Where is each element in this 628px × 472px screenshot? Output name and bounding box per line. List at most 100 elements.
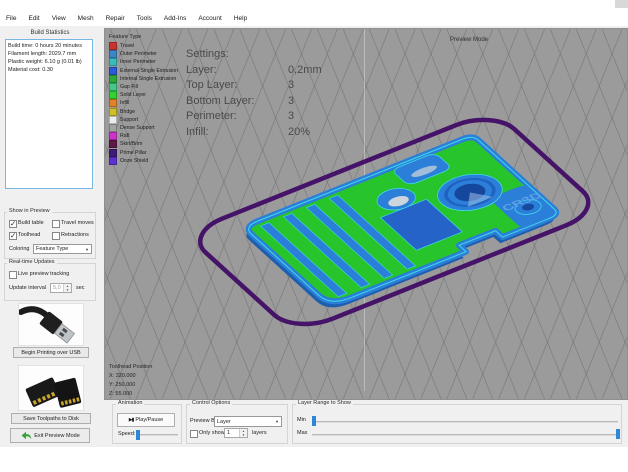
spinner-arrows-icon[interactable]: ▲ ▼ (63, 284, 71, 292)
coloring-value: Feature Type (36, 246, 69, 252)
legend-item: Travel (109, 42, 178, 51)
build-statistics-list[interactable]: Build time: 0 hours 20 minutes Filament … (5, 39, 93, 189)
color-chip (109, 83, 117, 92)
max-slider-track[interactable] (312, 434, 618, 436)
settings-title: Settings: (186, 48, 229, 60)
speed-slider-thumb[interactable] (136, 430, 140, 440)
sd-card-icon (25, 377, 82, 408)
travel-moves-checkbox[interactable] (52, 220, 60, 228)
color-chip (109, 91, 117, 100)
color-chip (109, 50, 117, 59)
color-chip (109, 74, 117, 83)
coloring-dropdown[interactable]: Feature Type ▼ (33, 244, 92, 254)
only-show-spinner[interactable]: 1 ▲ ▼ (224, 428, 248, 438)
preview-3d-viewport[interactable]: CR3D Feature Type Travel Outer Perimeter… (104, 28, 628, 400)
control-options-title: Control Options (190, 400, 233, 406)
build-table-checkbox[interactable] (9, 220, 17, 228)
menu-view[interactable]: View (46, 12, 72, 26)
layer-height-value: 0,2mm (288, 63, 322, 76)
menu-edit[interactable]: Edit (22, 12, 45, 26)
infill-value: 20% (288, 125, 311, 138)
legend-item: Solid Layer (109, 91, 178, 100)
speed-slider-track[interactable] (136, 434, 178, 436)
color-chip (109, 99, 117, 108)
menu-account[interactable]: Account (192, 12, 228, 26)
preview-by-value: Layer (217, 418, 231, 425)
update-interval-unit: sec (76, 285, 85, 291)
min-label: Min (297, 417, 306, 423)
color-chip (109, 156, 117, 165)
play-pause-button[interactable]: ▶▮ Play/Pause (117, 413, 175, 427)
only-show-value: 1 (227, 430, 231, 436)
top-layer-value: 3 (288, 79, 295, 91)
feature-type-legend: Feature Type Travel Outer Perimeter Inne… (109, 34, 178, 165)
legend-item: Support (109, 115, 178, 124)
coloring-label: Coloring (9, 246, 30, 252)
color-chip (109, 42, 117, 51)
menu-bar: File Edit View Mesh Repair Tools Add-Ins… (0, 12, 628, 26)
menu-tools[interactable]: Tools (131, 12, 158, 26)
bottom-layer-value: 3 (288, 94, 295, 107)
preview-by-dropdown[interactable]: Layer ▼ (214, 416, 282, 427)
toolhead-x: X: 320.000 (109, 373, 136, 379)
stat-material-cost: Material cost: 0.30 (8, 67, 53, 73)
settings-overlay: Settings: Layer: 0,2mm Top Layer: 3 Bottom… (186, 48, 322, 138)
min-slider-thumb[interactable] (312, 416, 316, 426)
sliced-model: CR3D (105, 29, 628, 400)
legend-item: Skirt/Brim (109, 140, 178, 149)
update-interval-spinner[interactable]: 5,0 ▲ ▼ (50, 283, 72, 293)
speed-label: Speed: (118, 431, 136, 437)
min-slider-track[interactable] (312, 421, 618, 423)
color-chip (109, 140, 117, 149)
menu-addins[interactable]: Add-Ins (158, 12, 192, 26)
chevron-down-icon: ▼ (275, 419, 279, 424)
window-corner-fragment (615, 0, 628, 8)
max-slider-thumb[interactable] (616, 429, 620, 439)
layer-range-title: Layer Range to Show (296, 400, 353, 406)
layer-range-group (292, 404, 622, 444)
menu-mesh[interactable]: Mesh (72, 12, 100, 26)
show-in-preview-title: Show in Preview (7, 208, 52, 214)
color-chip (109, 58, 117, 67)
color-chip (109, 115, 117, 124)
legend-item: External Single Extrusion (109, 66, 178, 75)
realtime-updates-title: Real-time Updates (7, 259, 57, 265)
menu-file[interactable]: File (0, 12, 22, 26)
sd-cards-image (18, 365, 84, 411)
color-chip (109, 132, 117, 141)
toolhead-z: Z: 55.000 (109, 391, 133, 397)
stat-filament-length: Filament length: 2029.7 mm (8, 51, 77, 57)
color-chip (109, 148, 117, 157)
usb-cable-image (18, 303, 84, 346)
legend-title: Feature Type (109, 34, 142, 40)
animation-title: Animation (116, 400, 145, 406)
layers-label: layers (252, 430, 267, 436)
legend-item: Infill (109, 99, 178, 108)
update-interval-value: 5,0 (53, 285, 61, 291)
exit-preview-button[interactable]: Exit Preview Mode (10, 428, 90, 443)
usb-plug-icon (18, 306, 76, 344)
spinner-arrows-icon[interactable]: ▲ ▼ (239, 429, 247, 437)
live-preview-checkbox[interactable] (9, 271, 17, 279)
only-show-checkbox[interactable] (190, 430, 198, 438)
build-statistics-title: Build Statistics (30, 30, 70, 36)
menu-help[interactable]: Help (228, 12, 253, 26)
toolhead-y: Y: 250.000 (109, 382, 136, 388)
only-show-label: Only show (199, 430, 225, 436)
legend-item: Bridge (109, 107, 178, 116)
save-toolpaths-button[interactable]: Save Toolpaths to Disk (11, 413, 91, 424)
retractions-checkbox[interactable] (52, 232, 60, 240)
app-window: File Edit View Mesh Repair Tools Add-Ins… (0, 0, 628, 472)
update-interval-label: Update interval (9, 285, 46, 291)
legend-item: Prime Pillar (109, 148, 178, 157)
max-label: Max (297, 430, 308, 436)
toolhead-checkbox[interactable] (9, 232, 17, 240)
menu-repair[interactable]: Repair (100, 12, 131, 26)
legend-item: Ooze Shield (109, 156, 178, 165)
legend-item: Raft (109, 132, 178, 141)
begin-printing-button[interactable]: Begin Printing over USB (13, 347, 89, 358)
play-pause-icon: ▶▮ (128, 417, 135, 423)
legend-item: Outer Perimeter (109, 50, 178, 59)
toolhead-label: Toolhead (18, 232, 41, 238)
toolhead-position-overlay: Toolhead Position X: 320.000 Y: 250.000 … (109, 364, 153, 397)
